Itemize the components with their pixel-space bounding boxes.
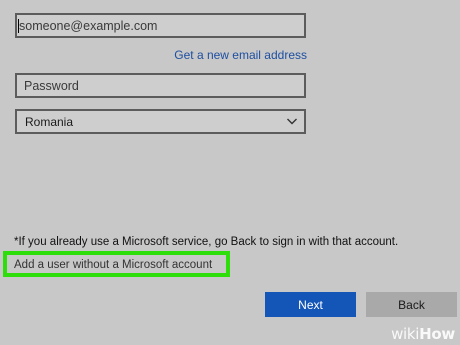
- watermark-wiki: wiki: [391, 325, 420, 343]
- back-button[interactable]: Back: [366, 292, 457, 317]
- password-field-wrapper[interactable]: [15, 73, 306, 98]
- watermark-how: How: [419, 325, 455, 343]
- add-user-without-microsoft-account-link[interactable]: Add a user without a Microsoft account: [14, 259, 212, 271]
- chevron-down-icon: [287, 118, 297, 125]
- password-field[interactable]: [17, 75, 304, 96]
- email-field-wrapper[interactable]: [15, 13, 306, 38]
- get-new-email-link[interactable]: Get a new email address: [174, 48, 307, 62]
- country-select[interactable]: Romania: [15, 109, 306, 134]
- next-button[interactable]: Next: [265, 292, 356, 317]
- country-select-value: Romania: [25, 115, 74, 129]
- email-field[interactable]: [17, 15, 304, 36]
- existing-account-note: *If you already use a Microsoft service,…: [14, 236, 399, 248]
- wikihow-watermark: wikiHow: [391, 325, 455, 343]
- text-cursor: [18, 19, 19, 33]
